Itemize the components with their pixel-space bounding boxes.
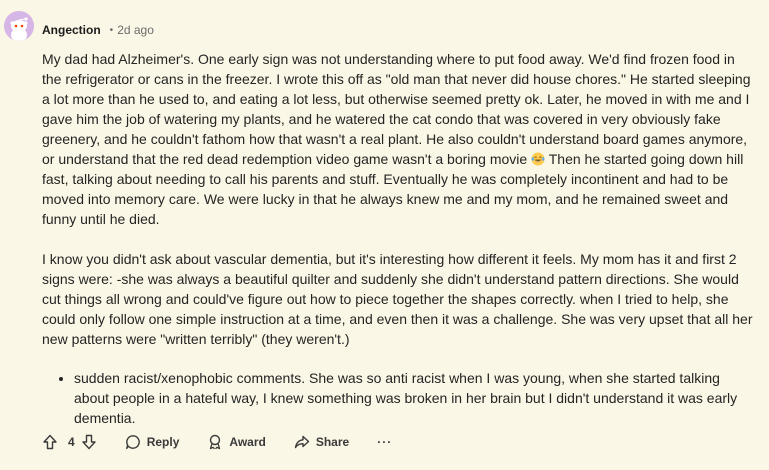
- downvote-arrow-icon: [81, 434, 96, 450]
- snoo-avatar-icon: [4, 11, 34, 41]
- comment-paragraph: I know you didn't ask about vascular dem…: [42, 251, 753, 347]
- downvote-button[interactable]: [81, 434, 97, 450]
- comment-paragraph: My dad had Alzheimer's. One early sign w…: [42, 49, 757, 229]
- reply-button[interactable]: Reply: [125, 434, 180, 450]
- username[interactable]: Angection: [42, 23, 101, 37]
- comment-actions: 4 Reply Award Share ···: [42, 432, 392, 452]
- award-medal-icon: [210, 434, 221, 450]
- upvote-button[interactable]: [42, 434, 58, 450]
- share-arrow-icon: [294, 435, 310, 449]
- separator-dot: •: [109, 24, 114, 36]
- speech-bubble-icon: [125, 435, 140, 450]
- upvote-arrow-icon: [43, 434, 57, 450]
- more-options-button[interactable]: ···: [377, 435, 392, 449]
- share-button[interactable]: Share: [294, 434, 349, 450]
- bullet-list: sudden racist/xenophobic comments. She w…: [42, 368, 757, 428]
- timestamp[interactable]: 2d ago: [117, 23, 154, 37]
- award-label: Award: [229, 435, 266, 449]
- share-label: Share: [315, 435, 350, 449]
- laughing-crying-emoji-icon: [531, 152, 545, 166]
- comment-body: My dad had Alzheimer's. One early sign w…: [42, 49, 757, 428]
- comment: Angection • 2d ago My dad had Alzheimer'…: [0, 0, 769, 470]
- vote-count: 4: [68, 435, 75, 449]
- paragraph-text: My dad had Alzheimer's. One early sign w…: [42, 51, 751, 167]
- comment-header: Angection • 2d ago: [42, 22, 154, 38]
- list-item: sudden racist/xenophobic comments. She w…: [74, 368, 757, 428]
- reply-label: Reply: [146, 435, 180, 449]
- award-button[interactable]: Award: [207, 434, 266, 450]
- avatar[interactable]: [4, 11, 34, 41]
